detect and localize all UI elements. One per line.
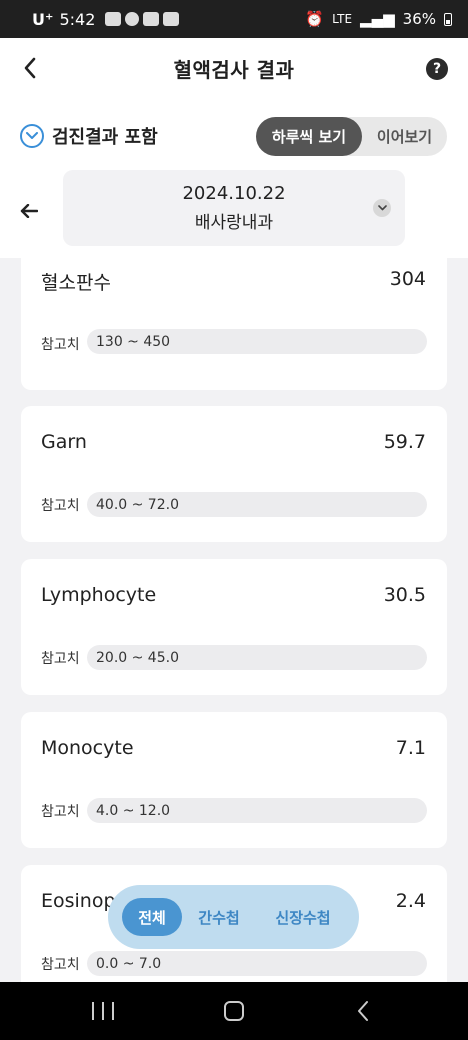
results-list[interactable]: 혈소판수 304 참고치 130 ~ 450 Garn 59.7 참고치 40.… [0,258,468,982]
test-name: Monocyte [41,737,134,759]
recent-apps-icon[interactable] [92,1002,114,1020]
previous-date-button[interactable] [18,200,40,222]
reference-range: 4.0 ~ 12.0 [87,798,427,823]
reference-label: 참고치 [41,651,80,667]
cloud-icon [143,12,160,26]
system-back-icon[interactable] [356,1000,370,1022]
reference-label: 참고치 [41,498,80,514]
carrier-label: U⁺ [32,9,54,29]
view-option-daily[interactable]: 하루씩 보기 [256,117,362,156]
category-kidney[interactable]: 신장수첩 [256,898,350,936]
status-bar: U⁺ 5:42 ⏰ LTE ▂▄▆ 36% [0,0,468,38]
back-button[interactable] [14,52,46,84]
test-name: 혈소판수 [41,272,111,294]
reference-range: 40.0 ~ 72.0 [87,492,427,517]
test-value: 59.7 [383,431,426,453]
help-icon[interactable]: ? [426,58,448,80]
test-value: 30.5 [383,584,426,606]
test-value: 2.4 [395,890,426,912]
reference-range: 20.0 ~ 45.0 [87,645,427,670]
reference-label: 참고치 [41,957,80,973]
page-title: 혈액검사 결과 [173,57,295,82]
gallery-icon [163,12,180,26]
hospital-name: 배사랑내과 [194,213,274,233]
signal-icon: ▂▄▆ [360,10,395,28]
reference-label: 참고치 [41,337,80,353]
system-nav-bar [0,982,468,1040]
result-card: 혈소판수 304 참고치 130 ~ 450 [21,258,447,390]
test-name: Eosinop [41,890,116,912]
talk-icon [105,12,122,26]
category-all[interactable]: 전체 [122,898,182,936]
date-row: 2024.10.22 배사랑내과 [0,168,468,258]
result-card: Lymphocyte 30.5 참고치 20.0 ~ 45.0 [21,559,447,695]
chevron-left-icon [24,57,36,79]
test-name: Garn [41,431,87,453]
category-liver[interactable]: 간수첩 [182,898,256,936]
notification-icons [105,12,180,26]
include-checkup-toggle[interactable]: 검진결과 포함 [20,123,158,149]
view-option-continuous[interactable]: 이어보기 [362,117,447,156]
network-label: LTE [332,12,353,26]
clock: 5:42 [59,9,96,29]
reference-range: 130 ~ 450 [87,329,427,354]
chevron-circle-icon [20,124,44,148]
result-card: Garn 59.7 참고치 40.0 ~ 72.0 [21,406,447,542]
alarm-icon: ⏰ [305,10,325,28]
filter-row: 검진결과 포함 하루씩 보기 이어보기 [0,98,468,168]
result-card: Monocyte 7.1 참고치 4.0 ~ 12.0 [21,712,447,848]
test-value: 304 [389,268,426,290]
reference-range: 0.0 ~ 7.0 [87,951,427,976]
home-icon[interactable] [224,1001,244,1021]
view-mode-toggle: 하루씩 보기 이어보기 [256,117,447,156]
chevron-down-icon [373,199,391,217]
reference-label: 참고치 [41,804,80,820]
include-checkup-label: 검진결과 포함 [52,127,158,148]
app-header: 혈액검사 결과 ? [0,38,468,98]
arrow-left-icon [20,204,38,218]
facebook-icon [125,12,140,26]
date-selector[interactable]: 2024.10.22 배사랑내과 [63,170,405,246]
selected-date: 2024.10.22 [182,183,286,204]
battery-icon [444,12,452,26]
category-filter: 전체 간수첩 신장수첩 [108,885,359,949]
test-value: 7.1 [395,737,426,759]
test-name: Lymphocyte [41,584,157,606]
battery-label: 36% [402,10,436,28]
